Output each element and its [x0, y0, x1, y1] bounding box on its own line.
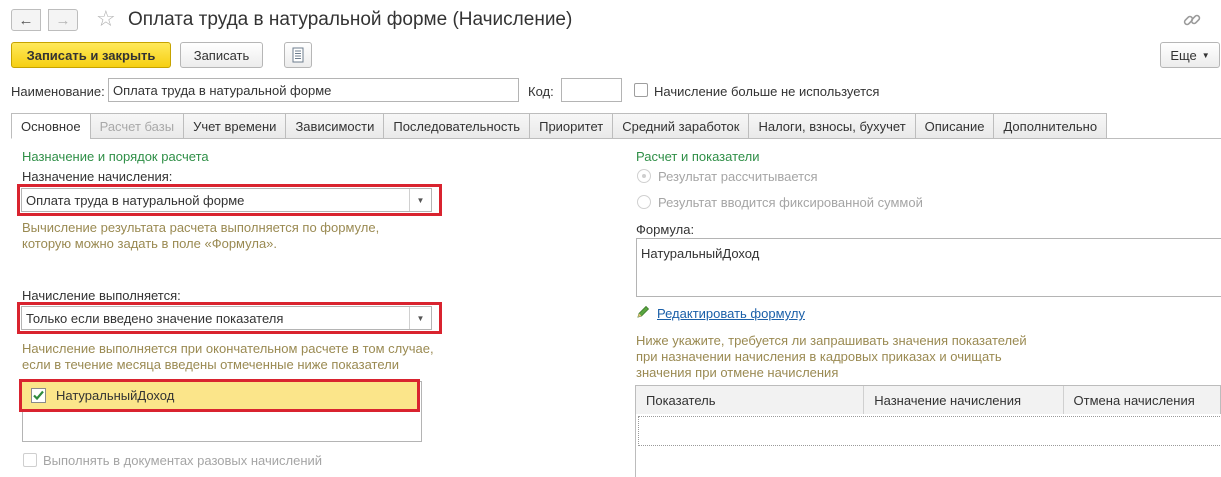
purpose-hint-line-2: которую можно задать в поле «Формула».: [22, 236, 278, 251]
purpose-select[interactable]: Оплата труда в натуральной форме ▼: [21, 188, 432, 212]
more-label: Еще: [1170, 47, 1197, 63]
execution-hint-line-2: если в течение месяца введены отмеченные…: [22, 357, 399, 372]
radio-dot-icon: [642, 174, 646, 178]
name-label: Наименование:: [11, 84, 105, 99]
calculation-section-title: Расчет и показатели: [636, 149, 760, 164]
radio-calculated-label: Результат рассчитывается: [658, 169, 818, 184]
tab-base-calculation[interactable]: Расчет базы: [89, 113, 185, 139]
purpose-label: Назначение начисления:: [22, 169, 173, 184]
radio-fixed-label: Результат вводится фиксированной суммой: [658, 195, 923, 210]
window-title: Оплата труда в натуральной форме (Начисл…: [128, 9, 573, 30]
chevron-down-icon: ▼: [1201, 50, 1210, 60]
favorite-star-icon[interactable]: ☆: [96, 6, 116, 32]
execution-select-value: Только если введено значение показателя: [26, 310, 284, 326]
tab-sequence[interactable]: Последовательность: [383, 113, 531, 139]
note-line-3: значения при отмене начисления: [636, 365, 839, 380]
save-button[interactable]: Записать: [180, 42, 263, 68]
one-time-checkbox[interactable]: [23, 453, 37, 467]
column-header-indicator[interactable]: Показатель: [636, 386, 865, 414]
note-line-2: при назначении начисления в кадровых при…: [636, 349, 1002, 364]
save-and-close-button[interactable]: Записать и закрыть: [11, 42, 171, 68]
back-button[interactable]: ←: [11, 9, 41, 31]
execution-select[interactable]: Только если введено значение показателя …: [21, 306, 432, 330]
execution-label: Начисление выполняется:: [22, 288, 181, 303]
indicators-table-body[interactable]: [635, 414, 1221, 477]
column-header-assignment[interactable]: Назначение начисления: [864, 386, 1064, 414]
link-icon[interactable]: [1181, 9, 1203, 31]
tab-average-earnings[interactable]: Средний заработок: [612, 113, 750, 139]
indicators-table-header: Показатель Назначение начисления Отмена …: [635, 385, 1221, 415]
purpose-section-title: Назначение и порядок расчета: [22, 149, 209, 164]
forward-button[interactable]: →: [48, 9, 78, 31]
pencil-icon: [637, 305, 650, 318]
chevron-down-icon[interactable]: ▼: [409, 189, 431, 211]
arrow-right-icon: →: [55, 11, 71, 29]
report-button[interactable]: [284, 42, 312, 68]
tab-description[interactable]: Описание: [914, 113, 995, 139]
purpose-hint-line-1: Вычисление результата расчета выполняетс…: [22, 220, 380, 235]
note-line-1: Ниже укажите, требуется ли запрашивать з…: [636, 333, 1027, 348]
tab-priority[interactable]: Приоритет: [529, 113, 614, 139]
purpose-select-value: Оплата труда в натуральной форме: [26, 192, 245, 208]
radio-fixed[interactable]: [637, 195, 651, 209]
formula-textarea[interactable]: НатуральныйДоход: [636, 238, 1221, 297]
not-used-checkbox[interactable]: [634, 83, 648, 97]
arrow-left-icon: ←: [18, 11, 34, 29]
list-item[interactable]: НатуральныйДоход: [22, 382, 417, 409]
table-row[interactable]: [638, 416, 1221, 446]
not-used-label: Начисление больше не используется: [654, 84, 880, 99]
name-input[interactable]: Оплата труда в натуральной форме: [108, 78, 519, 102]
document-list-icon: [292, 47, 304, 63]
code-label: Код:: [528, 84, 554, 99]
chevron-down-icon[interactable]: ▼: [409, 307, 431, 329]
more-button[interactable]: Еще ▼: [1160, 42, 1220, 68]
code-input[interactable]: [561, 78, 622, 102]
radio-calculated[interactable]: [637, 169, 651, 183]
column-header-cancellation[interactable]: Отмена начисления: [1064, 386, 1220, 414]
tab-dependencies[interactable]: Зависимости: [285, 113, 385, 139]
tab-taxes-accounting[interactable]: Налоги, взносы, бухучет: [748, 113, 916, 139]
formula-text: НатуральныйДоход: [641, 246, 760, 261]
edit-formula-link[interactable]: Редактировать формулу: [657, 306, 805, 321]
one-time-label: Выполнять в документах разовых начислени…: [43, 453, 323, 468]
tab-main[interactable]: Основное: [11, 113, 91, 139]
tab-bar: Основное Расчет базы Учет времени Зависи…: [11, 113, 1108, 139]
formula-label: Формула:: [636, 222, 695, 237]
tab-time-tracking[interactable]: Учет времени: [183, 113, 287, 139]
checkbox-checked-icon[interactable]: [31, 388, 46, 403]
execution-hint-line-1: Начисление выполняется при окончательном…: [22, 341, 434, 356]
indicator-item-label: НатуральныйДоход: [56, 388, 175, 403]
tab-additional[interactable]: Дополнительно: [993, 113, 1108, 139]
